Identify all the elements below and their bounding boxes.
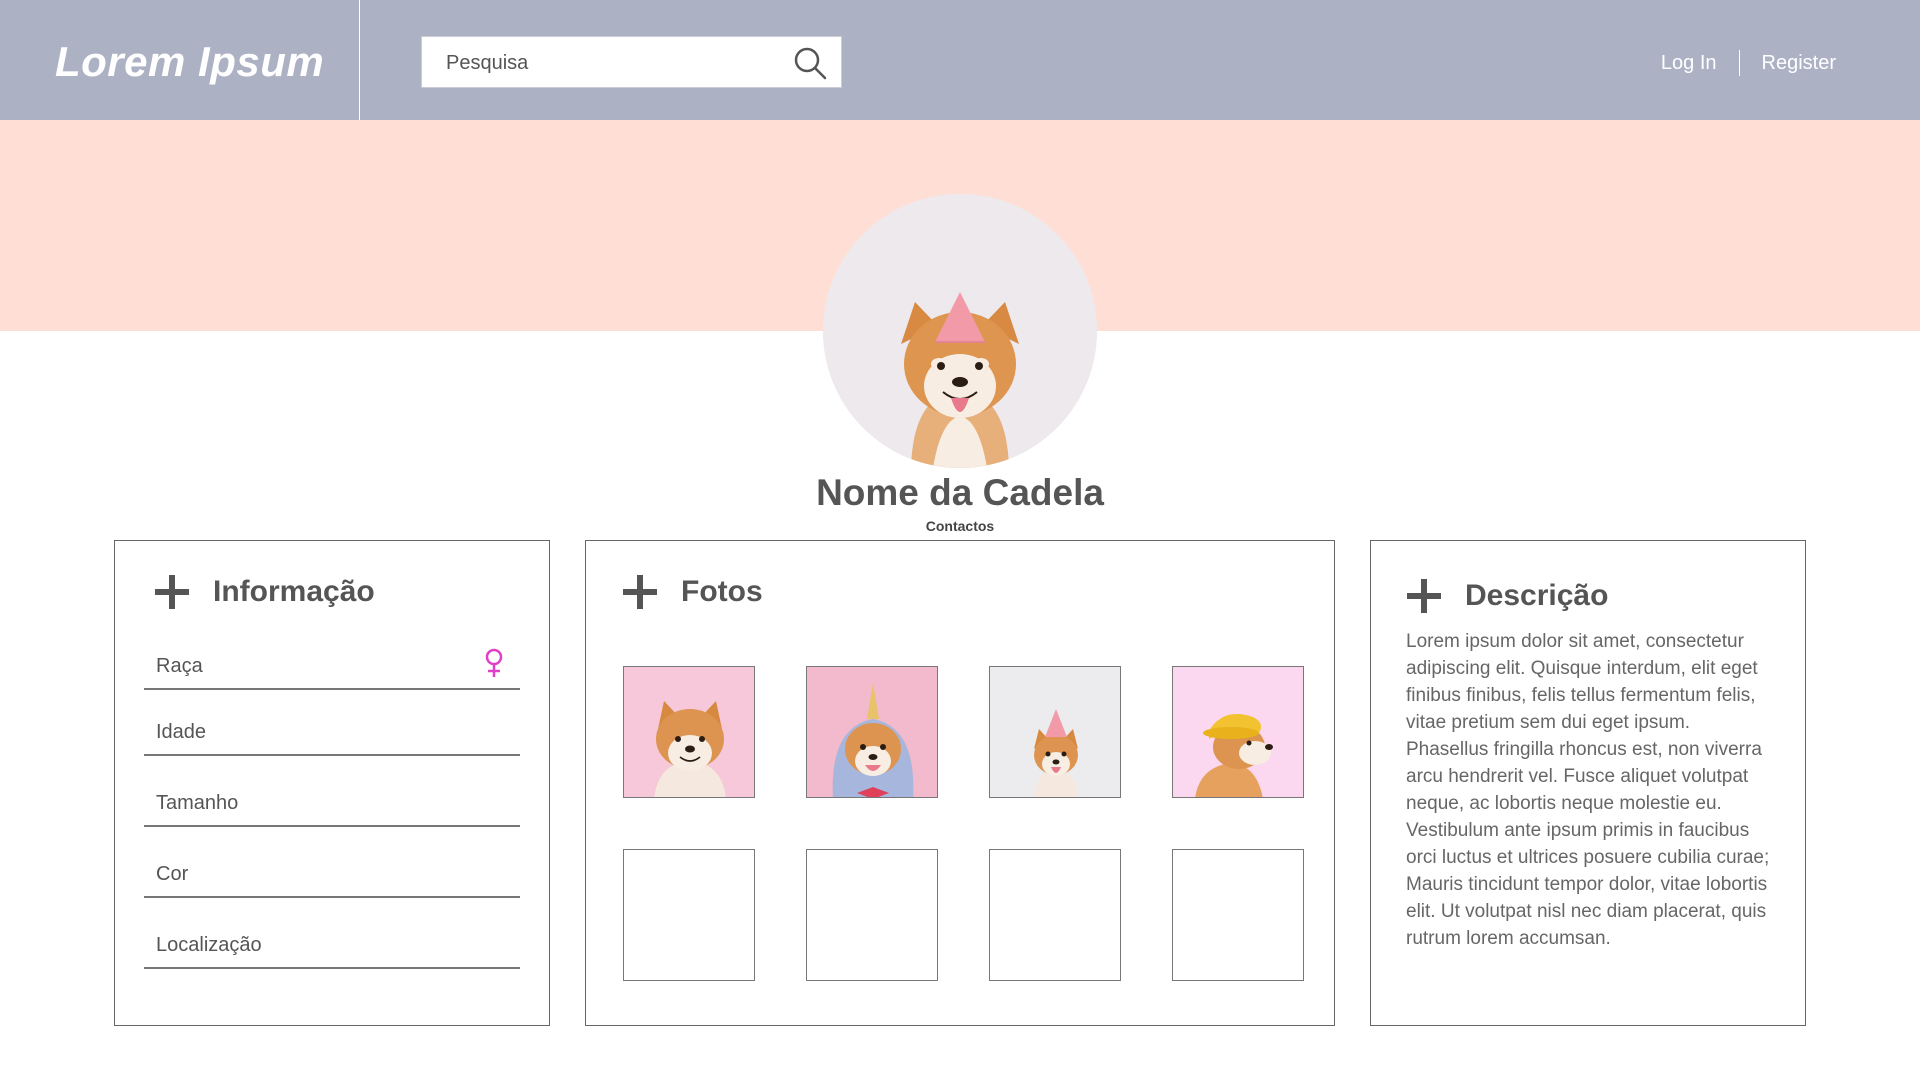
info-title-text: Informação [213, 575, 375, 608]
field-tamanho[interactable]: Tamanho [144, 787, 520, 827]
female-icon [485, 648, 503, 677]
empty-photo-slot[interactable] [1172, 849, 1304, 981]
description-panel-title: Descrição [1407, 579, 1608, 613]
field-label: Cor [156, 863, 189, 885]
photos-title-text: Fotos [681, 575, 763, 608]
field-label: Idade [156, 721, 207, 743]
description-text: Lorem ipsum dolor sit amet, consectetur … [1406, 631, 1770, 949]
dog-party-hat-icon [823, 194, 1097, 468]
dog-name-heading: Nome da Cadela [816, 472, 1104, 513]
field-label: Localização [156, 934, 262, 956]
field-label: Raça [156, 655, 203, 677]
photo-thumbnail[interactable] [989, 666, 1121, 798]
empty-photo-slot[interactable] [806, 849, 938, 981]
logo-divider [359, 0, 360, 120]
auth-links: Log In Register [1661, 50, 1836, 76]
field-localizacao[interactable]: Localização [144, 929, 520, 969]
register-link[interactable]: Register [1762, 52, 1836, 75]
auth-divider [1738, 50, 1740, 76]
photo-thumbnail[interactable] [806, 666, 938, 798]
description-title-text: Descrição [1465, 579, 1609, 612]
add-info-plus-icon[interactable] [155, 575, 189, 609]
contacts-link[interactable]: Contactos [0, 518, 1920, 534]
field-raca[interactable]: Raça [144, 648, 520, 690]
photos-panel-title: Fotos [623, 575, 763, 609]
field-label: Tamanho [156, 792, 239, 814]
add-photo-plus-icon[interactable] [623, 575, 657, 609]
site-logo[interactable]: Lorem Ipsum [55, 38, 324, 86]
dog-yellow-hat-photo-icon [1195, 714, 1273, 797]
photo-thumbnail[interactable] [1172, 666, 1304, 798]
search-box [421, 36, 842, 88]
top-navigation-bar: Lorem Ipsum Log In Register [0, 0, 1920, 120]
empty-photo-slot[interactable] [989, 849, 1121, 981]
search-icon[interactable] [793, 46, 827, 80]
info-panel-title: Informação [155, 575, 375, 609]
add-description-plus-icon[interactable] [1407, 579, 1441, 613]
dog-photo-icon [654, 701, 726, 797]
photo-thumbnail[interactable] [623, 666, 755, 798]
field-idade[interactable]: Idade [144, 716, 520, 756]
search-input[interactable] [444, 47, 778, 79]
dog-unicorn-photo-icon [832, 683, 914, 797]
profile-avatar[interactable] [823, 194, 1097, 468]
dog-party-hat-photo-icon [1034, 709, 1078, 797]
empty-photo-slot[interactable] [623, 849, 755, 981]
field-cor[interactable]: Cor [144, 858, 520, 898]
login-link[interactable]: Log In [1661, 52, 1717, 75]
